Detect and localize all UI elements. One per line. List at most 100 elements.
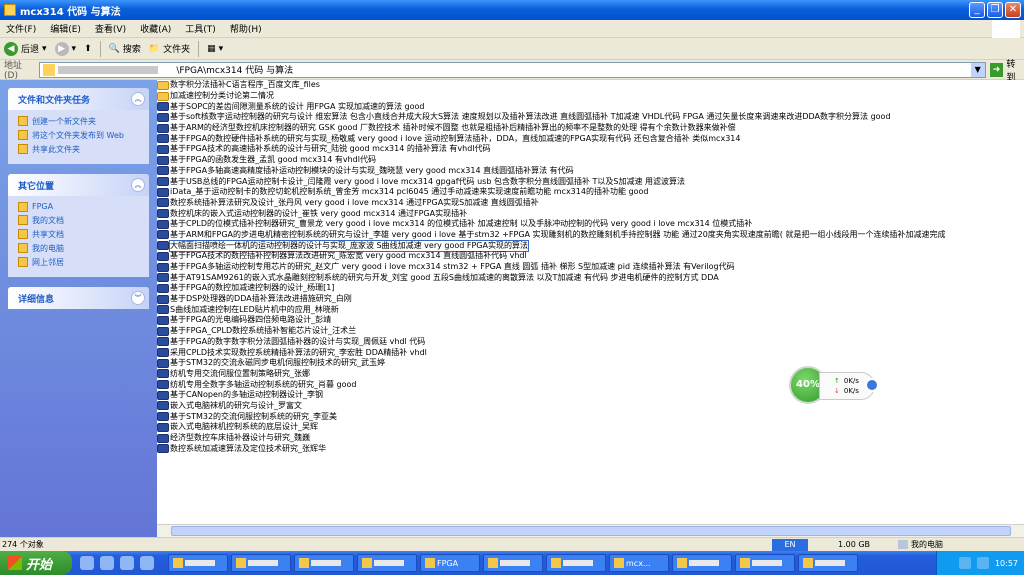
address-label: 地址(D) xyxy=(4,61,23,81)
taskbar-item[interactable] xyxy=(357,554,417,572)
expand-icon[interactable]: ︾ xyxy=(131,291,145,305)
taskbar-item[interactable] xyxy=(735,554,795,572)
file-row[interactable]: 基于FPGA技术的高速插补系统的设计与研究_陆锐 good mcx314 的插补… xyxy=(157,144,1024,155)
menu-favorites[interactable]: 收藏(A) xyxy=(140,22,171,35)
user-icon[interactable] xyxy=(140,556,154,570)
volume-icon[interactable] xyxy=(976,557,989,569)
widget-menu-icon[interactable] xyxy=(865,378,879,392)
file-row[interactable]: 基于FPGA的光电编码器四倍频电路设计_彭靖 xyxy=(157,315,1024,326)
task-publish-web[interactable]: 将这个文件夹发布到 Web xyxy=(18,130,139,141)
menu-help[interactable]: 帮助(H) xyxy=(230,22,262,35)
file-row[interactable]: 基于FPGA_CPLD数控系统插补智能芯片设计_汪术兰 xyxy=(157,326,1024,337)
file-row[interactable]: 基于CANopen的多轴运动控制器设计_李钢 xyxy=(157,390,1024,401)
taskbar-item[interactable] xyxy=(546,554,606,572)
file-row[interactable]: 基于FPGA的数字数字积分法圆弧插补器的设计与实现_周佩廷 vhdl 代码 xyxy=(157,337,1024,348)
menu-view[interactable]: 查看(V) xyxy=(95,22,126,35)
menu-file[interactable]: 文件(F) xyxy=(6,22,36,35)
task-new-folder[interactable]: 创建一个新文件夹 xyxy=(18,116,139,127)
address-dropdown-button[interactable]: ▼ xyxy=(970,62,985,77)
file-row[interactable]: 嵌入式电脑袜机的研究与设计_罗富文 xyxy=(157,401,1024,412)
close-button[interactable]: ✕ xyxy=(1005,2,1021,18)
up-folder-button[interactable]: ⬆ xyxy=(84,44,92,54)
other-places-header[interactable]: 其它位置 ︽ xyxy=(8,174,149,196)
address-input[interactable]: \FPGA\mcx314 代码 与算法 ▼ xyxy=(39,61,986,78)
file-row[interactable]: 纺机专用全数字多轴运动控制系统的研究_肖暮 good xyxy=(157,379,1024,390)
views-button[interactable]: ▦ ▾ xyxy=(207,44,223,54)
file-icon xyxy=(157,294,169,304)
file-row[interactable]: 经济型数控车床插补器设计与研究_魏巍 xyxy=(157,433,1024,444)
taskbar-item[interactable] xyxy=(672,554,732,572)
file-row[interactable]: 纺机专用交流伺服位置制策略研究_张娜 xyxy=(157,369,1024,380)
folders-button[interactable]: 📁 文件夹 xyxy=(149,42,190,56)
place-my-documents[interactable]: 我的文档 xyxy=(18,215,139,226)
search-button[interactable]: 🔍 搜索 xyxy=(109,42,141,56)
menu-tools[interactable]: 工具(T) xyxy=(185,22,216,35)
file-row[interactable]: 基于soft核数字运动控制器的研究与设计 维宏算法 包含小直线合并成大段大S算法… xyxy=(157,112,1024,123)
place-network[interactable]: 网上邻居 xyxy=(18,257,139,268)
taskbar-item[interactable] xyxy=(483,554,543,572)
go-button[interactable]: ➜ 转到 xyxy=(989,57,1024,83)
quick-launch-icon[interactable] xyxy=(80,556,94,570)
file-row[interactable]: 大幅面扫描喷绘一体机的运动控制器的设计与实现_庞家波 S曲线加减速 very g… xyxy=(157,239,1024,252)
start-button[interactable]: 开始 xyxy=(0,551,72,575)
task-share-folder[interactable]: 共享此文件夹 xyxy=(18,144,139,155)
file-row[interactable]: 基于FPGA的数控加减速控制器的设计_杨珊[1] xyxy=(157,283,1024,294)
clock[interactable]: 10:57 xyxy=(995,559,1018,568)
file-row[interactable]: 基于DSP处理器的DDA插补算法改进措施研究_白刚 xyxy=(157,294,1024,305)
ie-icon[interactable] xyxy=(100,556,114,570)
back-button[interactable]: ◀ 后退 ▾ xyxy=(4,41,47,56)
restore-button[interactable]: ❐ xyxy=(987,2,1003,18)
chevron-down-icon[interactable]: ▾ xyxy=(72,44,77,54)
file-row[interactable]: 数控系统插补算法研究及设计_张丹风 very good i love mcx31… xyxy=(157,198,1024,209)
ime-indicator[interactable]: EN xyxy=(772,538,808,551)
file-row[interactable]: 数控系统加减速算法及定位技术研究_张辉华 xyxy=(157,443,1024,454)
collapse-icon[interactable]: ︽ xyxy=(131,92,145,106)
details-header[interactable]: 详细信息 ︾ xyxy=(8,287,149,309)
file-row[interactable]: 基于ARM和FPGA的步进电机精密控制系统的研究与设计_李雄 very good… xyxy=(157,230,1024,241)
file-row[interactable]: 采用CPLD技术实现数控系统精插补算法的研究_李宏胜 DDA精插补 vhdl xyxy=(157,347,1024,358)
file-row[interactable]: 基于STM32的交流伺服控制系统的研究_李亚美 xyxy=(157,411,1024,422)
file-row[interactable]: 基于USB总线的FPGA运动控制卡设计_闫隆霞 very good i love… xyxy=(157,176,1024,187)
file-row[interactable]: 基于FPGA多轴运动控制专用芯片的研究_赵文广 very good i love… xyxy=(157,262,1024,273)
chevron-down-icon[interactable]: ▾ xyxy=(42,44,47,54)
folder-row[interactable]: 加减速控制分类讨论第二情况 xyxy=(157,91,1024,102)
folder-row[interactable]: 数字积分法插补C语言程序_百度文库_files xyxy=(157,80,1024,91)
file-row[interactable]: 嵌入式电脑袜机控制系统的底层设计_吴辉 xyxy=(157,422,1024,433)
taskbar-item[interactable] xyxy=(168,554,228,572)
file-row[interactable]: 基于FPGA的数控硬件插补系统的研究与实现_杨敬威 very good i lo… xyxy=(157,133,1024,144)
network-speed-widget[interactable]: 40% ↑ 0K/s ↓ 0K/s xyxy=(789,366,885,406)
folder-icon xyxy=(157,80,169,90)
file-row[interactable]: iData_基于运动控制卡的数控切蛇机控制系统_曾金芳 mcx314 pcl60… xyxy=(157,187,1024,198)
tray-icon[interactable] xyxy=(958,557,971,569)
file-icon xyxy=(157,134,169,144)
address-value: \FPGA\mcx314 代码 与算法 xyxy=(176,66,294,76)
file-row[interactable]: 基于ARM的经济型数控机床控制器的研究 GSK good 厂数控技术 插补时候不… xyxy=(157,123,1024,134)
taskbar-item[interactable] xyxy=(798,554,858,572)
taskbar-item[interactable]: mcx... xyxy=(609,554,669,572)
taskbar-item[interactable]: FPGA xyxy=(420,554,480,572)
file-row[interactable]: 基于SOPC的差齿间隙测量系统的设计 用FPGA 实现加减速的算法 good xyxy=(157,101,1024,112)
place-shared-documents[interactable]: 共享文档 xyxy=(18,229,139,240)
place-fpga[interactable]: FPGA xyxy=(18,202,139,212)
file-row[interactable]: 基于FPGA技术的数控插补控制器算法改进研究_陈宏宽 very good mcx… xyxy=(157,251,1024,262)
file-row[interactable]: 基于FPGA多轴高速高精度插补运动控制模块的设计与实现_魏晓慧 very goo… xyxy=(157,166,1024,177)
app-icon xyxy=(740,558,750,568)
new-folder-icon xyxy=(18,116,28,126)
file-tasks-header[interactable]: 文件和文件夹任务 ︽ xyxy=(8,88,149,110)
file-row[interactable]: 数控机床的嵌入式运动控制器的设计_崔铁 very good mcx314 通过F… xyxy=(157,208,1024,219)
file-row[interactable]: S曲线加减速控制在LED贴片机中的应用_林晓新 xyxy=(157,304,1024,315)
file-row[interactable]: 基于AT91SAM9261的嵌入式水晶雕刻控制系统的研究与开发_刘宝 good … xyxy=(157,272,1024,283)
file-row[interactable]: 基于STM32的交流永磁同步电机伺服控制技术的研究_武玉婷 xyxy=(157,358,1024,369)
taskbar-item[interactable] xyxy=(231,554,291,572)
file-row[interactable]: 基于CPLD的位模式插补控制器研究_曹景龙 very good i love m… xyxy=(157,219,1024,230)
place-my-computer[interactable]: 我的电脑 xyxy=(18,243,139,254)
horizontal-scrollbar[interactable] xyxy=(157,524,1024,537)
minimize-button[interactable]: _ xyxy=(969,2,985,18)
scrollbar-thumb[interactable] xyxy=(171,526,1011,536)
taskbar-item[interactable] xyxy=(294,554,354,572)
file-row[interactable]: 基于FPGA的函数发生器_孟凯 good mcx314 有vhdl代码 xyxy=(157,155,1024,166)
forward-button[interactable]: ▶ ▾ xyxy=(54,41,77,56)
collapse-icon[interactable]: ︽ xyxy=(131,178,145,192)
menu-edit[interactable]: 编辑(E) xyxy=(50,22,81,35)
browser-icon[interactable] xyxy=(120,556,134,570)
